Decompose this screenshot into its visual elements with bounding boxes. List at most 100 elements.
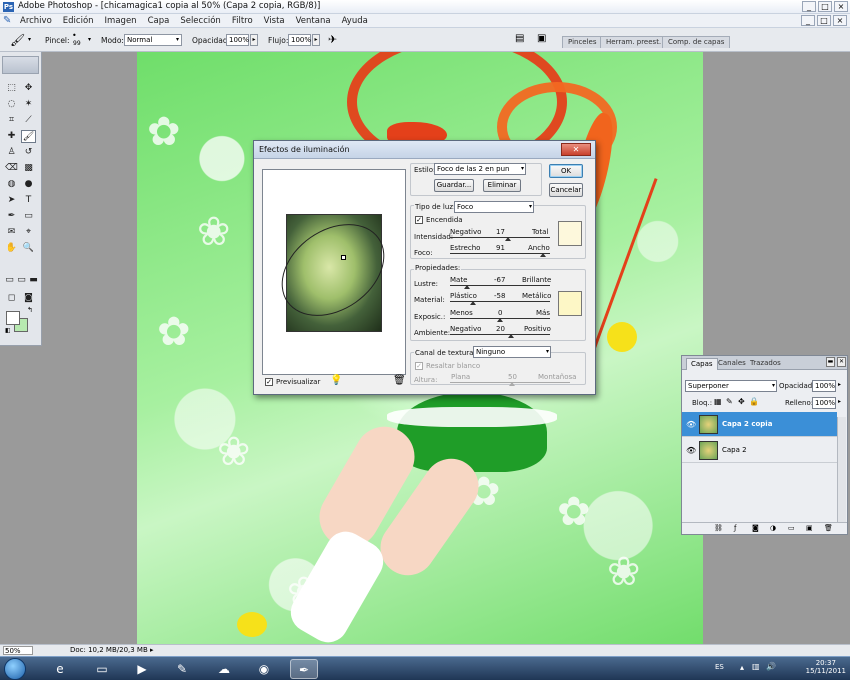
fill-input[interactable]: 100% [812,397,836,409]
network-tray-icon[interactable]: ▥ [752,662,760,671]
lock-all-icon[interactable]: 🔒 [749,397,759,406]
intensity-value[interactable]: 17 [496,228,505,236]
menu-ayuda[interactable]: Ayuda [342,16,368,26]
intensity-slider-knob[interactable] [505,237,511,241]
white-high-checkbox[interactable]: ✓ [415,362,423,370]
clone-stamp-tool-icon[interactable]: ♙ [4,146,19,159]
photoshop-taskbar-icon[interactable]: ✒ [290,659,318,679]
texture-select[interactable]: Ninguno ▾ [473,346,551,358]
well-tab-brushes[interactable]: Pinceles [562,36,603,48]
menu-archivo[interactable]: Archivo [20,16,52,26]
type-tool-icon[interactable]: T [21,194,36,207]
maximize-button[interactable]: □ [818,1,832,12]
layer-name[interactable]: Capa 2 [722,446,747,454]
menu-seleccion[interactable]: Selección [180,16,221,26]
gloss-value[interactable]: -67 [494,276,505,284]
link-layers-icon[interactable]: ⛓ [714,524,723,532]
panel-minimize-icon[interactable]: ▬ [826,357,835,367]
menu-capa[interactable]: Capa [148,16,170,26]
lock-image-icon[interactable]: ✎ [726,397,733,406]
fill-slider-arrow-icon[interactable]: ▸ [838,398,841,405]
ambience-color-swatch[interactable] [558,291,582,316]
brush-tool-icon[interactable]: 🖌 [10,33,25,47]
notes-tool-icon[interactable]: ✉ [4,226,19,239]
healing-brush-tool-icon[interactable]: ✚ [4,130,19,143]
blend-mode-select[interactable]: Superponer ▾ [685,380,777,392]
focus-slider-track[interactable] [450,253,550,254]
intensity-slider-track[interactable] [450,237,550,238]
layer-row[interactable]: 👁 Capa 2 [682,438,837,463]
marquee-tool-icon[interactable]: ⬚ [4,82,19,95]
doc-restore-button[interactable]: □ [817,15,831,26]
light-center-handle[interactable] [341,255,346,260]
hand-tool-icon[interactable]: ✋ [4,242,19,255]
light-on-checkbox[interactable]: ✓ [415,216,423,224]
chrome-icon[interactable]: ◉ [250,659,278,679]
new-group-icon[interactable]: ▭ [788,524,795,532]
eraser-tool-icon[interactable]: ⌫ [4,162,19,175]
start-button[interactable] [4,658,26,680]
panel-close-icon[interactable]: ✕ [837,357,846,367]
brush-picker-chevron-icon[interactable]: ▾ [88,36,91,43]
zoom-level-input[interactable]: 50% [3,646,33,655]
zoom-tool-icon[interactable]: 🔍 [21,242,36,255]
network-app-icon[interactable]: ☁ [210,659,238,679]
light-type-select[interactable]: Foco ▾ [454,201,534,213]
height-slider-knob[interactable] [509,382,515,386]
well-tab-tool-presets[interactable]: Herram. preest. [600,36,668,48]
mode-select[interactable]: Normal ▾ [124,34,182,46]
foreground-color-swatch[interactable] [6,311,20,325]
layers-scrollbar[interactable] [837,417,846,522]
tab-channels[interactable]: Canales [714,358,750,370]
adjustment-layer-icon[interactable]: ◑ [770,524,776,532]
eyedropper-tool-icon[interactable]: ⌖ [21,226,36,239]
menu-vista[interactable]: Vista [264,16,285,26]
new-layer-icon[interactable]: ▣ [806,524,813,532]
move-tool-icon[interactable]: ✥ [21,82,36,95]
tab-layers[interactable]: Capas [686,358,718,370]
volume-tray-icon[interactable]: 🔊 [766,662,776,671]
focus-value[interactable]: 91 [496,244,505,252]
paint-app-icon[interactable]: ✎ [168,659,196,679]
slice-tool-icon[interactable]: ⟋ [21,114,36,127]
ambience-value[interactable]: 20 [496,325,505,333]
layer-row[interactable]: 👁 Capa 2 copia [682,412,837,437]
brush-tool-icon[interactable]: 🖌 [21,130,36,143]
minimize-button[interactable]: _ [802,1,816,12]
flow-input[interactable]: 100% [288,34,311,46]
lock-position-icon[interactable]: ✥ [738,397,745,406]
quick-mask-on-icon[interactable]: ◙ [21,292,36,305]
brush-size[interactable]: 99 [73,40,81,47]
palette-well-icon[interactable]: ▣ [537,33,546,44]
menu-filtro[interactable]: Filtro [232,16,253,26]
pen-tool-icon[interactable]: ✒ [4,210,19,223]
quick-mask-off-icon[interactable]: ◻ [4,292,19,305]
default-colors-icon[interactable]: ◧ [5,327,11,334]
file-explorer-icon[interactable]: ▭ [88,659,116,679]
exposure-slider-knob[interactable] [497,318,503,322]
blur-tool-icon[interactable]: ◍ [4,178,19,191]
doc-close-button[interactable]: × [833,15,847,26]
gloss-slider-knob[interactable] [464,285,470,289]
status-menu-arrow-icon[interactable]: ▸ [150,646,154,654]
material-value[interactable]: -58 [494,292,505,300]
well-tab-layer-comps[interactable]: Comp. de capas [662,36,731,48]
internet-explorer-icon[interactable]: e [46,659,74,679]
shape-tool-icon[interactable]: ▭ [21,210,36,223]
close-button[interactable]: × [834,1,848,12]
material-slider-track[interactable] [450,301,550,302]
tool-preset-chevron-icon[interactable]: ▾ [28,36,31,43]
opacity-input[interactable]: 100% [226,34,249,46]
menu-edicion[interactable]: Edición [63,16,94,26]
crop-tool-icon[interactable]: ⌗ [4,114,19,127]
ambience-slider-knob[interactable] [508,334,514,338]
opacity-slider-arrow-icon[interactable]: ▸ [838,381,841,388]
focus-slider-knob[interactable] [540,253,546,257]
brush-dot-icon[interactable]: • [72,31,77,40]
media-player-icon[interactable]: ▶ [128,659,156,679]
dodge-tool-icon[interactable]: ● [21,178,36,191]
gradient-tool-icon[interactable]: ▩ [21,162,36,175]
lasso-tool-icon[interactable]: ◌ [4,98,19,111]
trash-icon[interactable]: 🗑 [393,375,406,386]
ambience-slider-track[interactable] [450,334,550,335]
